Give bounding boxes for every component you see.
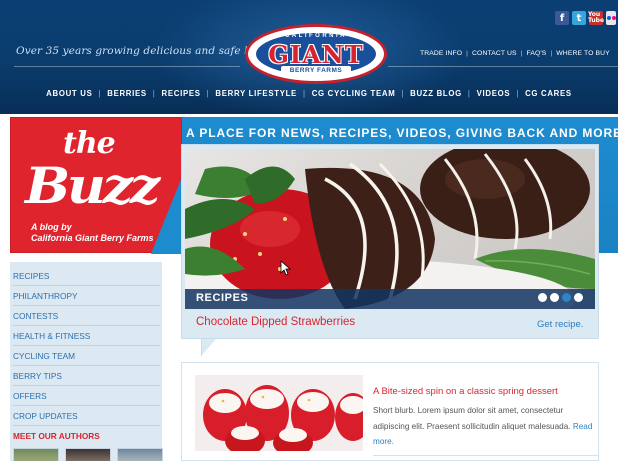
author-photo[interactable] xyxy=(13,448,59,461)
sidebar-item-philanthropy[interactable]: PHILANTHROPY xyxy=(13,286,160,306)
author-photo[interactable] xyxy=(117,448,163,461)
separator: | xyxy=(152,89,156,98)
logo-sub-text: BERRY FARMS xyxy=(281,66,351,76)
header-divider-left xyxy=(14,66,240,67)
stuffed-strawberries-image xyxy=(195,375,363,451)
separator: | xyxy=(302,89,306,98)
separator: | xyxy=(206,89,210,98)
buzz-byline-line1: A blog by xyxy=(31,222,72,232)
meet-our-authors-heading: MEET OUR AUTHORS xyxy=(13,431,100,441)
separator: | xyxy=(467,89,471,98)
brand-logo[interactable]: CALIFORNIA GIANT BERRY FARMS xyxy=(245,24,387,84)
twitter-icon[interactable]: t xyxy=(572,11,586,25)
buzz-blog-badge[interactable]: the Buzz A blog by California Giant Berr… xyxy=(10,117,184,254)
utility-link-trade-info[interactable]: TRADE INFO xyxy=(420,50,462,57)
nav-item-cg-cycling-team[interactable]: CG CYCLING TEAM xyxy=(312,89,396,98)
nav-item-buzz-blog[interactable]: BUZZ BLOG xyxy=(410,89,462,98)
utility-link-faqs[interactable]: FAQ'S xyxy=(526,50,546,57)
separator: | xyxy=(520,50,523,57)
separator: | xyxy=(550,50,553,57)
nav-item-about-us[interactable]: ABOUT US xyxy=(46,89,92,98)
sidebar-item-recipes[interactable]: RECIPES xyxy=(13,266,160,286)
slide-dot-1[interactable] xyxy=(538,293,547,302)
sidebar-item-health-fitness[interactable]: HEALTH & FITNESS xyxy=(13,326,160,346)
featured-card-pointer xyxy=(202,339,216,355)
nav-item-recipes[interactable]: RECIPES xyxy=(162,89,201,98)
utility-link-contact-us[interactable]: CONTACT US xyxy=(472,50,517,57)
utility-link-where-to-buy[interactable]: WHERE TO BUY xyxy=(556,50,609,57)
buzz-byline-line2: California Giant Berry Farms xyxy=(31,233,154,243)
youtube-icon[interactable]: You Tube xyxy=(588,11,604,25)
slide-dot-2[interactable] xyxy=(550,293,559,302)
sidebar-item-cycling-team[interactable]: CYCLING TEAM xyxy=(13,346,160,366)
post-title[interactable]: A Bite-sized spin on a classic spring de… xyxy=(373,386,558,397)
category-sidebar: RECIPES PHILANTHROPY CONTESTS HEALTH & F… xyxy=(10,262,162,461)
main-nav: ABOUT US | BERRIES | RECIPES | BERRY LIFESTYLE… xyxy=(0,89,618,103)
sidebar-item-offers[interactable]: OFFERS xyxy=(13,386,160,406)
facebook-icon[interactable]: f xyxy=(555,11,569,25)
slideshow-dots xyxy=(538,293,583,302)
featured-card-pointer-edge xyxy=(201,339,202,356)
social-links: f t You Tube xyxy=(555,11,616,25)
get-recipe-link[interactable]: Get recipe. xyxy=(537,319,583,330)
logo-top-text: CALIFORNIA xyxy=(285,33,347,39)
logo-main-text: GIANT xyxy=(268,40,364,69)
page: f t You Tube Over 35 years growing delic… xyxy=(0,0,618,461)
sidebar-item-crop-updates[interactable]: CROP UPDATES xyxy=(13,406,160,426)
site-header: f t You Tube Over 35 years growing delic… xyxy=(0,0,618,120)
banner-caption: A PLACE FOR NEWS, RECIPES, VIDEOS, GIVIN… xyxy=(186,126,618,140)
post-excerpt-text: Short blurb. Lorem ipsum dolor sit amet,… xyxy=(373,406,571,431)
featured-category-label[interactable]: RECIPES xyxy=(196,292,249,304)
separator: | xyxy=(516,89,520,98)
sidebar-item-berry-tips[interactable]: BERRY TIPS xyxy=(13,366,160,386)
post-excerpt: Short blurb. Lorem ipsum dolor sit amet,… xyxy=(373,403,599,450)
nav-item-berry-lifestyle[interactable]: BERRY LIFESTYLE xyxy=(215,89,297,98)
buzz-badge-fold xyxy=(151,172,184,254)
nav-item-videos[interactable]: VIDEOS xyxy=(477,89,511,98)
utility-nav: TRADE INFO | CONTACT US | FAQ'S | WHERE TO BUY xyxy=(420,50,610,57)
nav-item-berries[interactable]: BERRIES xyxy=(107,89,147,98)
separator: | xyxy=(466,50,469,57)
post-divider xyxy=(373,455,599,456)
nav-item-cg-cares[interactable]: CG CARES xyxy=(525,89,572,98)
featured-photo[interactable] xyxy=(185,149,595,309)
separator: | xyxy=(98,89,102,98)
sidebar-item-contests[interactable]: CONTESTS xyxy=(13,306,160,326)
slide-dot-4[interactable] xyxy=(574,293,583,302)
slide-dot-3-active[interactable] xyxy=(562,293,571,302)
author-photos xyxy=(13,448,163,461)
header-divider-right xyxy=(388,66,618,67)
buzz-byline: A blog by California Giant Berry Farms xyxy=(31,222,154,244)
chocolate-strawberries-image xyxy=(185,149,595,309)
site-tagline: Over 35 years growing delicious and safe… xyxy=(16,45,283,57)
separator: | xyxy=(401,89,405,98)
buzz-word-text: Buzz xyxy=(25,156,160,215)
author-photo[interactable] xyxy=(65,448,111,461)
post-thumbnail[interactable] xyxy=(195,375,363,451)
featured-post-title[interactable]: Chocolate Dipped Strawberries xyxy=(196,316,355,328)
flickr-icon[interactable] xyxy=(606,11,616,25)
